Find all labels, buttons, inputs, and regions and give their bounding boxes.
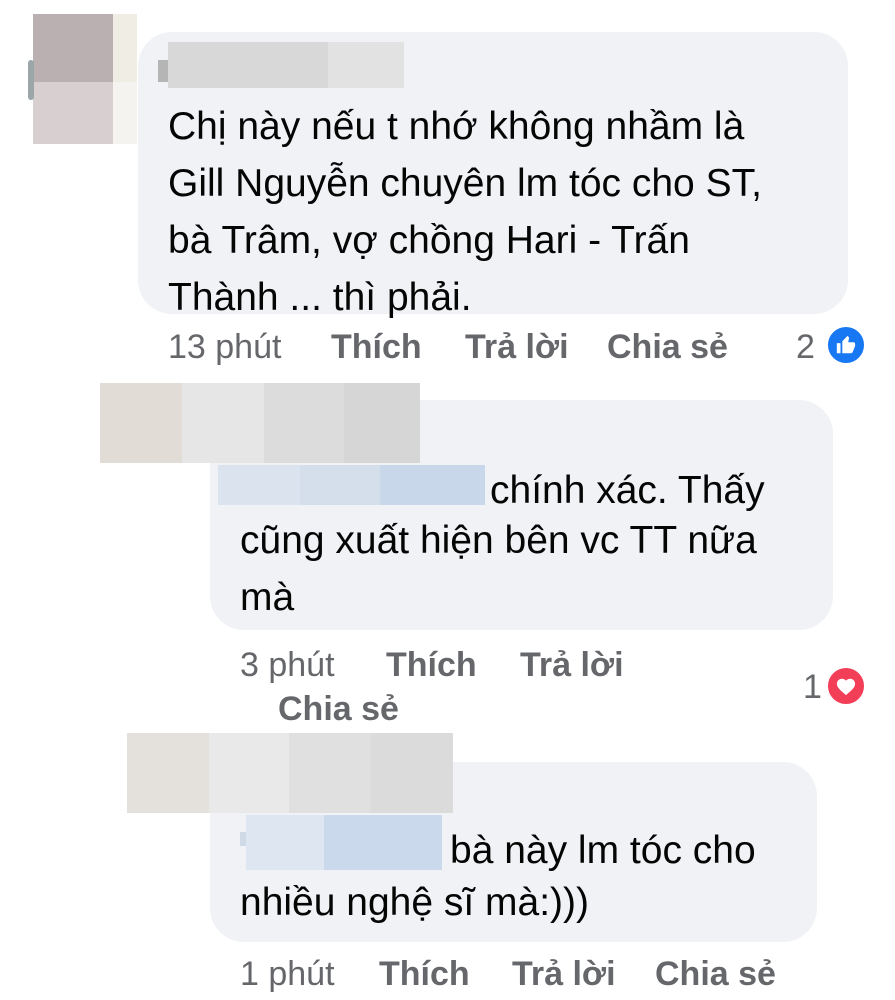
heart-icon[interactable]: [826, 666, 866, 706]
avatar-pixel: [113, 82, 137, 144]
mention-pixel: [300, 465, 380, 505]
avatar-pixel: [33, 82, 113, 144]
avatar-pixel: [113, 14, 137, 82]
heart-glyph: [836, 678, 856, 696]
reaction-count[interactable]: 2: [796, 328, 815, 367]
comment-text: cũng xuất hiện bên vc TT nữa mà: [240, 519, 757, 619]
like-button[interactable]: Thích: [379, 955, 470, 994]
comment-time[interactable]: 3 phút: [240, 646, 335, 685]
mention-pixel: [246, 815, 324, 870]
name-pixel: [371, 733, 453, 813]
name-pixel: [158, 60, 168, 82]
name-pixel: [182, 383, 264, 463]
like-button[interactable]: Thích: [331, 328, 422, 367]
reply-button[interactable]: Trả lời: [512, 955, 616, 994]
reply-button[interactable]: Trả lời: [465, 328, 569, 367]
like-button[interactable]: Thích: [386, 646, 477, 685]
name-pixel: [168, 42, 328, 88]
avatar-pixel: [28, 60, 34, 100]
comment-text-line1: chính xác. Thấy: [490, 469, 765, 512]
name-pixel: [264, 383, 344, 463]
share-button[interactable]: Chia sẻ: [278, 690, 399, 729]
mention-pixel: [380, 465, 485, 505]
comment-text: Chị này nếu t nhớ không nhầm là Gill Ngu…: [168, 105, 762, 319]
like-icon[interactable]: [826, 325, 866, 365]
reply-button[interactable]: Trả lời: [520, 646, 624, 685]
comment-text: nhiều nghệ sĩ mà:))): [240, 881, 590, 924]
name-pixel: [289, 733, 371, 813]
name-pixel: [100, 383, 182, 463]
name-pixel: [127, 733, 209, 813]
name-pixel: [328, 42, 404, 88]
thumbs-up-glyph: [836, 335, 856, 354]
comment-time[interactable]: 1 phút: [240, 955, 335, 994]
reaction-count[interactable]: 1: [803, 668, 822, 707]
name-pixel: [209, 733, 289, 813]
name-pixel: [344, 383, 420, 463]
mention-pixel: [218, 465, 300, 505]
comment-text-line1: bà này lm tóc cho: [450, 829, 756, 872]
comment-time[interactable]: 13 phút: [168, 328, 281, 367]
share-button[interactable]: Chia sẻ: [607, 328, 728, 367]
mention-pixel: [324, 815, 442, 870]
avatar-pixel: [33, 14, 113, 82]
share-button[interactable]: Chia sẻ: [655, 955, 776, 994]
